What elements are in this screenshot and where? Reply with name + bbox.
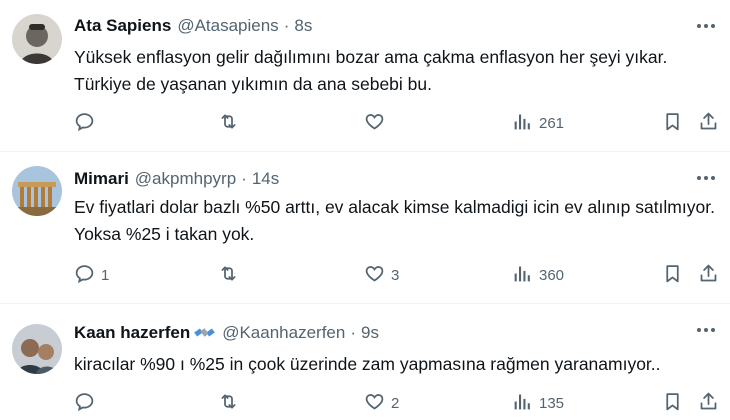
share-icon: [698, 391, 719, 416]
bookmark-icon: [662, 391, 683, 416]
reply-icon: [74, 111, 95, 136]
tweet-actions: 261: [74, 110, 720, 136]
retweet-button[interactable]: [218, 390, 245, 416]
share-button[interactable]: [698, 262, 719, 288]
tweet-header: Kaan hazerfen @Kaanhazerfen · 9s: [74, 321, 379, 345]
share-button[interactable]: [698, 390, 719, 416]
retweet-icon: [218, 263, 239, 288]
timestamp[interactable]: 8s: [294, 16, 312, 36]
tweet-text: kiracılar %90 ı %25 in çook üzerinde zam…: [74, 354, 661, 374]
bookmark-icon: [662, 111, 683, 136]
bookmark-button[interactable]: [662, 110, 683, 136]
like-count: 2: [391, 394, 400, 412]
views-icon: [512, 263, 533, 288]
heart-icon: [364, 111, 385, 136]
views-button[interactable]: 135: [512, 390, 564, 416]
bookmark-button[interactable]: [662, 390, 683, 416]
views-button[interactable]: 360: [512, 262, 564, 288]
handle[interactable]: @Atasapiens: [177, 16, 278, 36]
retweet-icon: [218, 391, 239, 416]
reply-button[interactable]: [74, 110, 101, 136]
share-button[interactable]: [698, 110, 719, 136]
tweet-actions: 1 3 360: [74, 262, 720, 288]
views-count: 360: [539, 266, 565, 284]
views-button[interactable]: 261: [512, 110, 564, 136]
like-count: 3: [391, 266, 400, 284]
reply-button[interactable]: [74, 390, 101, 416]
satellite-icon: [194, 323, 216, 343]
like-button[interactable]: 3: [364, 262, 399, 288]
tweet-header: Mimari @akpmhpyrp · 14s: [74, 167, 279, 191]
retweet-button[interactable]: [218, 262, 245, 288]
display-name[interactable]: Kaan hazerfen: [74, 323, 190, 343]
display-name[interactable]: Ata Sapiens: [74, 16, 171, 36]
more-icon[interactable]: [696, 18, 716, 34]
tweet[interactable]: Ata Sapiens @Atasapiens · 8s Yüksek enfl…: [0, 0, 730, 152]
avatar[interactable]: [12, 166, 62, 216]
retweet-button[interactable]: [218, 110, 245, 136]
tweet[interactable]: Mimari @akpmhpyrp · 14s Ev fiyatlari dol…: [0, 152, 730, 304]
retweet-icon: [218, 111, 239, 136]
tweet-text: Yüksek enflasyon gelir dağılımını bozar …: [74, 47, 668, 94]
tweet-feed: Ata Sapiens @Atasapiens · 8s Yüksek enfl…: [0, 0, 730, 420]
reply-icon: [74, 391, 95, 416]
reply-button[interactable]: 1: [74, 262, 109, 288]
heart-icon: [364, 263, 385, 288]
heart-icon: [364, 391, 385, 416]
tweet-text: Ev fiyatlari dolar bazlı %50 arttı, ev a…: [74, 197, 715, 244]
reply-count: 1: [101, 266, 110, 284]
views-count: 135: [539, 394, 565, 412]
views-count: 261: [539, 114, 565, 132]
tweet-header: Ata Sapiens @Atasapiens · 8s: [74, 14, 312, 38]
timestamp[interactable]: 9s: [361, 323, 379, 343]
bookmark-icon: [662, 263, 683, 288]
share-icon: [698, 263, 719, 288]
avatar[interactable]: [12, 14, 62, 64]
handle[interactable]: @akpmhpyrp: [135, 169, 236, 189]
share-icon: [698, 111, 719, 136]
tweet-actions: 2 135: [74, 390, 720, 416]
bookmark-button[interactable]: [662, 262, 683, 288]
like-button[interactable]: 2: [364, 390, 399, 416]
avatar[interactable]: [12, 324, 62, 374]
handle[interactable]: @Kaanhazerfen: [222, 323, 345, 343]
more-icon[interactable]: [696, 170, 716, 186]
separator-dot: ·: [283, 16, 290, 35]
views-icon: [512, 391, 533, 416]
reply-icon: [74, 263, 95, 288]
separator-dot: ·: [350, 323, 356, 342]
timestamp[interactable]: 14s: [252, 169, 279, 189]
separator-dot: ·: [241, 169, 247, 188]
more-icon[interactable]: [696, 322, 716, 338]
tweet[interactable]: Kaan hazerfen @Kaanhazerfen · 9s kiracıl…: [0, 304, 730, 420]
views-icon: [512, 111, 533, 136]
like-button[interactable]: [364, 110, 391, 136]
display-name[interactable]: Mimari: [74, 169, 129, 189]
